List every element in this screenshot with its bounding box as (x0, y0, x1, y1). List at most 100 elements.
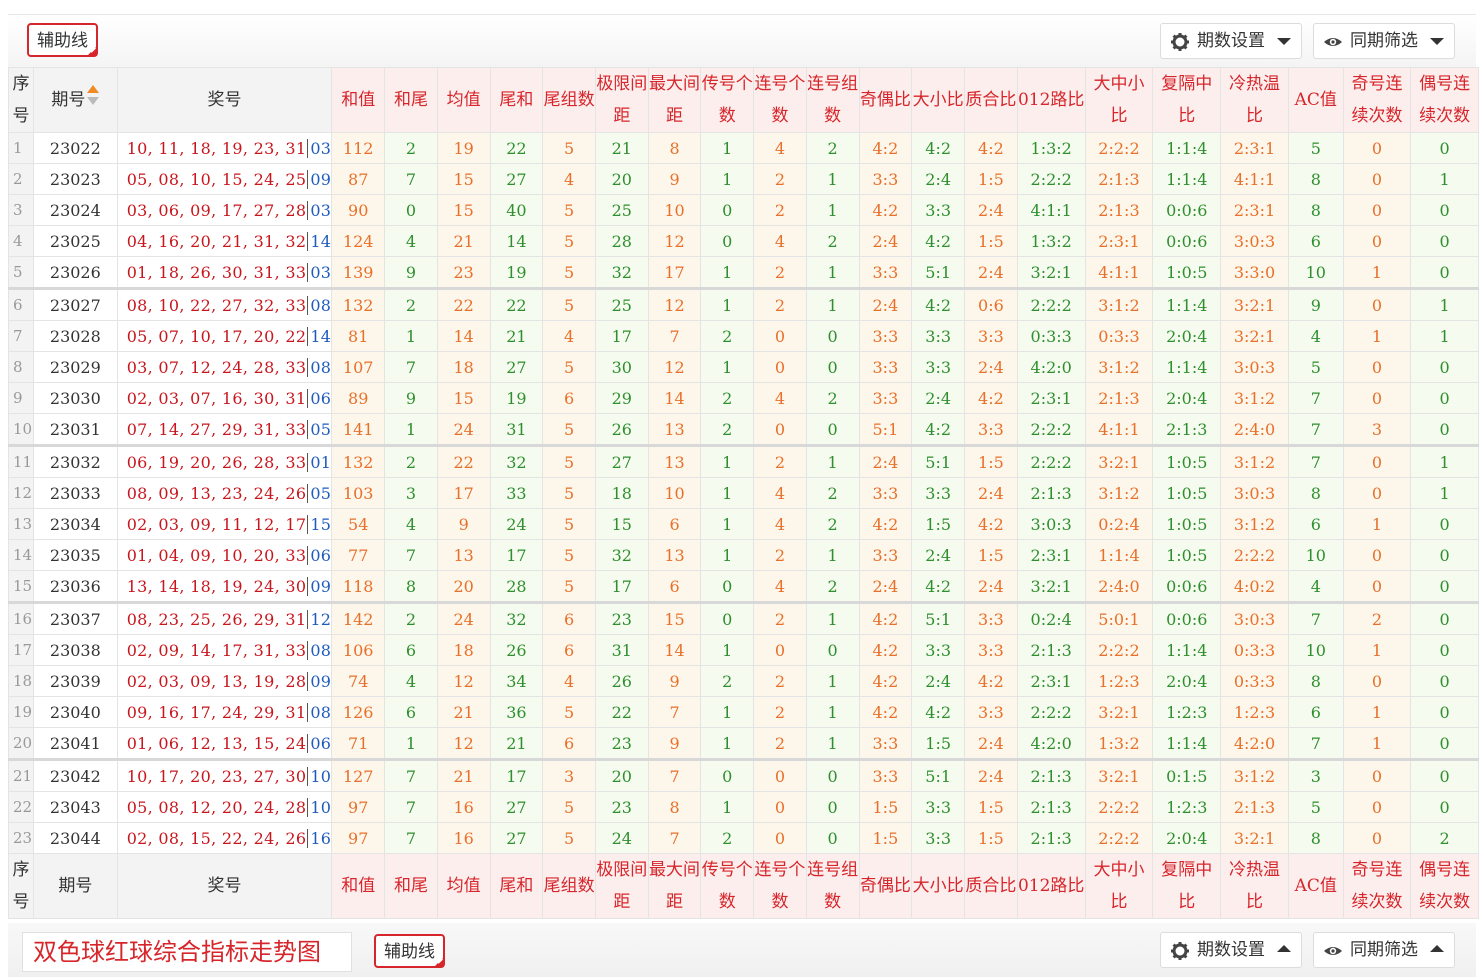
column-header: 奖号 (116, 67, 333, 133)
red-balls: 02, 03, 07, 16, 30, 31 (126, 388, 307, 408)
column-header: 奇偶比 (858, 67, 913, 133)
column-header: 012路比 (1016, 67, 1086, 133)
metric-cell: 33 (489, 477, 544, 509)
metric-cell: 5 (542, 225, 596, 257)
column-header-label: 大中小比 (1093, 74, 1145, 126)
metric-cell: 4:1:1 (1084, 413, 1154, 446)
metric-cell: 2:1:3 (1084, 163, 1154, 195)
row-seq: 14 (8, 539, 34, 571)
metric-cell: 2:4 (911, 382, 966, 414)
column-header[interactable]: 期号 (32, 853, 118, 919)
metric-cell: 28 (489, 570, 544, 603)
red-balls: 08, 23, 25, 26, 29, 31 (126, 609, 307, 629)
sort-icon[interactable] (87, 85, 100, 109)
header-row: 序号 期号 奖号 和值 和尾 均值 尾和 尾组数 极限间距 最大间距 传号个数 连号个数 连号组数 奇偶比… (8, 853, 1479, 919)
blue-ball: 08 (307, 357, 331, 377)
period-settings-button-bottom[interactable]: 期数设置 (1160, 932, 1302, 968)
metric-cell: 20 (594, 163, 649, 195)
metric-cell: 1 (1410, 163, 1479, 195)
row-draw-numbers: 10, 17, 20, 23, 27, 30 10 (116, 758, 333, 792)
metric-cell: 10 (1287, 539, 1344, 571)
row-draw-numbers: 13, 14, 18, 19, 24, 30 09 (116, 570, 333, 603)
row-issue: 23039 (32, 665, 118, 697)
metric-cell: 10 (647, 194, 702, 226)
column-header: 序号 (8, 67, 34, 133)
red-balls: 02, 08, 15, 22, 24, 26 (126, 828, 307, 848)
red-balls: 03, 06, 09, 17, 27, 28 (126, 200, 307, 220)
same-period-filter-button[interactable]: 同期筛选 (1313, 23, 1455, 59)
row-issue: 23027 (32, 287, 118, 321)
metric-cell: 2:4 (858, 225, 913, 257)
metric-cell: 1 (805, 256, 860, 289)
metric-cell: 1 (700, 539, 755, 571)
row-seq: 19 (8, 696, 34, 728)
metric-cell: 0:3:3 (1016, 320, 1086, 352)
metric-cell: 3:2:1 (1220, 822, 1289, 854)
metric-cell: 1 (700, 634, 755, 666)
row-seq: 17 (8, 634, 34, 666)
row-draw-numbers: 01, 18, 26, 30, 31, 33 03 (116, 256, 333, 289)
period-settings-button[interactable]: 期数设置 (1160, 23, 1302, 59)
metric-cell: 4:2 (858, 601, 913, 635)
metric-cell: 2:3:1 (1016, 382, 1086, 414)
metric-cell: 8 (1287, 194, 1344, 226)
metric-cell: 9 (436, 508, 491, 540)
metric-cell: 0 (700, 601, 755, 635)
metric-cell: 2:4 (911, 163, 966, 195)
metric-cell: 1:0:5 (1152, 539, 1222, 571)
aux-line-button[interactable]: 辅助线 (27, 23, 98, 57)
metric-cell: 1 (1410, 320, 1479, 352)
column-header-label: 尾和 (499, 90, 534, 110)
metric-cell: 2 (384, 444, 438, 478)
metric-cell: 5 (542, 132, 596, 164)
column-header: 大中小比 (1084, 67, 1154, 133)
metric-cell: 4 (384, 665, 438, 697)
metric-cell: 19 (489, 256, 544, 289)
metric-cell: 10 (1287, 634, 1344, 666)
metric-cell: 3:2:1 (1016, 570, 1086, 603)
row-draw-numbers: 08, 10, 22, 27, 32, 33 08 (116, 287, 333, 321)
metric-cell: 1:5 (964, 539, 1018, 571)
metric-cell: 3:1:2 (1220, 382, 1289, 414)
metric-cell: 0 (753, 791, 807, 823)
row-seq: 2 (8, 163, 34, 195)
red-balls: 10, 11, 18, 19, 23, 31 (126, 138, 307, 158)
metric-cell: 27 (489, 351, 544, 383)
metric-cell: 2 (753, 163, 807, 195)
column-header: AC值 (1287, 853, 1344, 919)
metric-cell: 4 (542, 320, 596, 352)
metric-cell: 3:3 (911, 351, 966, 383)
metric-cell: 1 (1410, 444, 1479, 478)
column-header-label: 奇偶比 (859, 876, 911, 896)
metric-cell: 1 (1410, 477, 1479, 509)
metric-cell: 4 (1287, 570, 1344, 603)
metric-cell: 90 (331, 194, 386, 226)
column-header[interactable]: 期号 (32, 67, 118, 133)
metric-cell: 1:3:2 (1016, 225, 1086, 257)
metric-cell: 2 (753, 539, 807, 571)
metric-cell: 4 (753, 477, 807, 509)
metric-cell: 31 (594, 634, 649, 666)
row-seq: 9 (8, 382, 34, 414)
metric-cell: 6 (542, 634, 596, 666)
row-draw-numbers: 07, 14, 27, 29, 31, 33 05 (116, 413, 333, 446)
metric-cell: 5 (1287, 791, 1344, 823)
row-seq: 22 (8, 791, 34, 823)
metric-cell: 2:3:1 (1084, 225, 1154, 257)
same-period-filter-button-bottom[interactable]: 同期筛选 (1313, 932, 1455, 968)
column-header: 极限间距 (594, 853, 649, 919)
metric-cell: 0 (1410, 413, 1479, 446)
metric-cell: 2 (1410, 822, 1479, 854)
red-balls: 02, 03, 09, 13, 19, 28 (126, 671, 307, 691)
column-header-label: 连号个数 (754, 860, 806, 912)
metric-cell: 126 (331, 696, 386, 728)
metric-cell: 17 (489, 758, 544, 792)
metric-cell: 27 (489, 791, 544, 823)
metric-cell: 1:0:5 (1152, 444, 1222, 478)
row-seq: 10 (8, 413, 34, 446)
metric-cell: 6 (1287, 508, 1344, 540)
metric-cell: 5 (1287, 351, 1344, 383)
metric-cell: 4:1:1 (1016, 194, 1086, 226)
aux-line-button-bottom[interactable]: 辅助线 (374, 934, 445, 968)
corner-check-icon (87, 46, 97, 56)
